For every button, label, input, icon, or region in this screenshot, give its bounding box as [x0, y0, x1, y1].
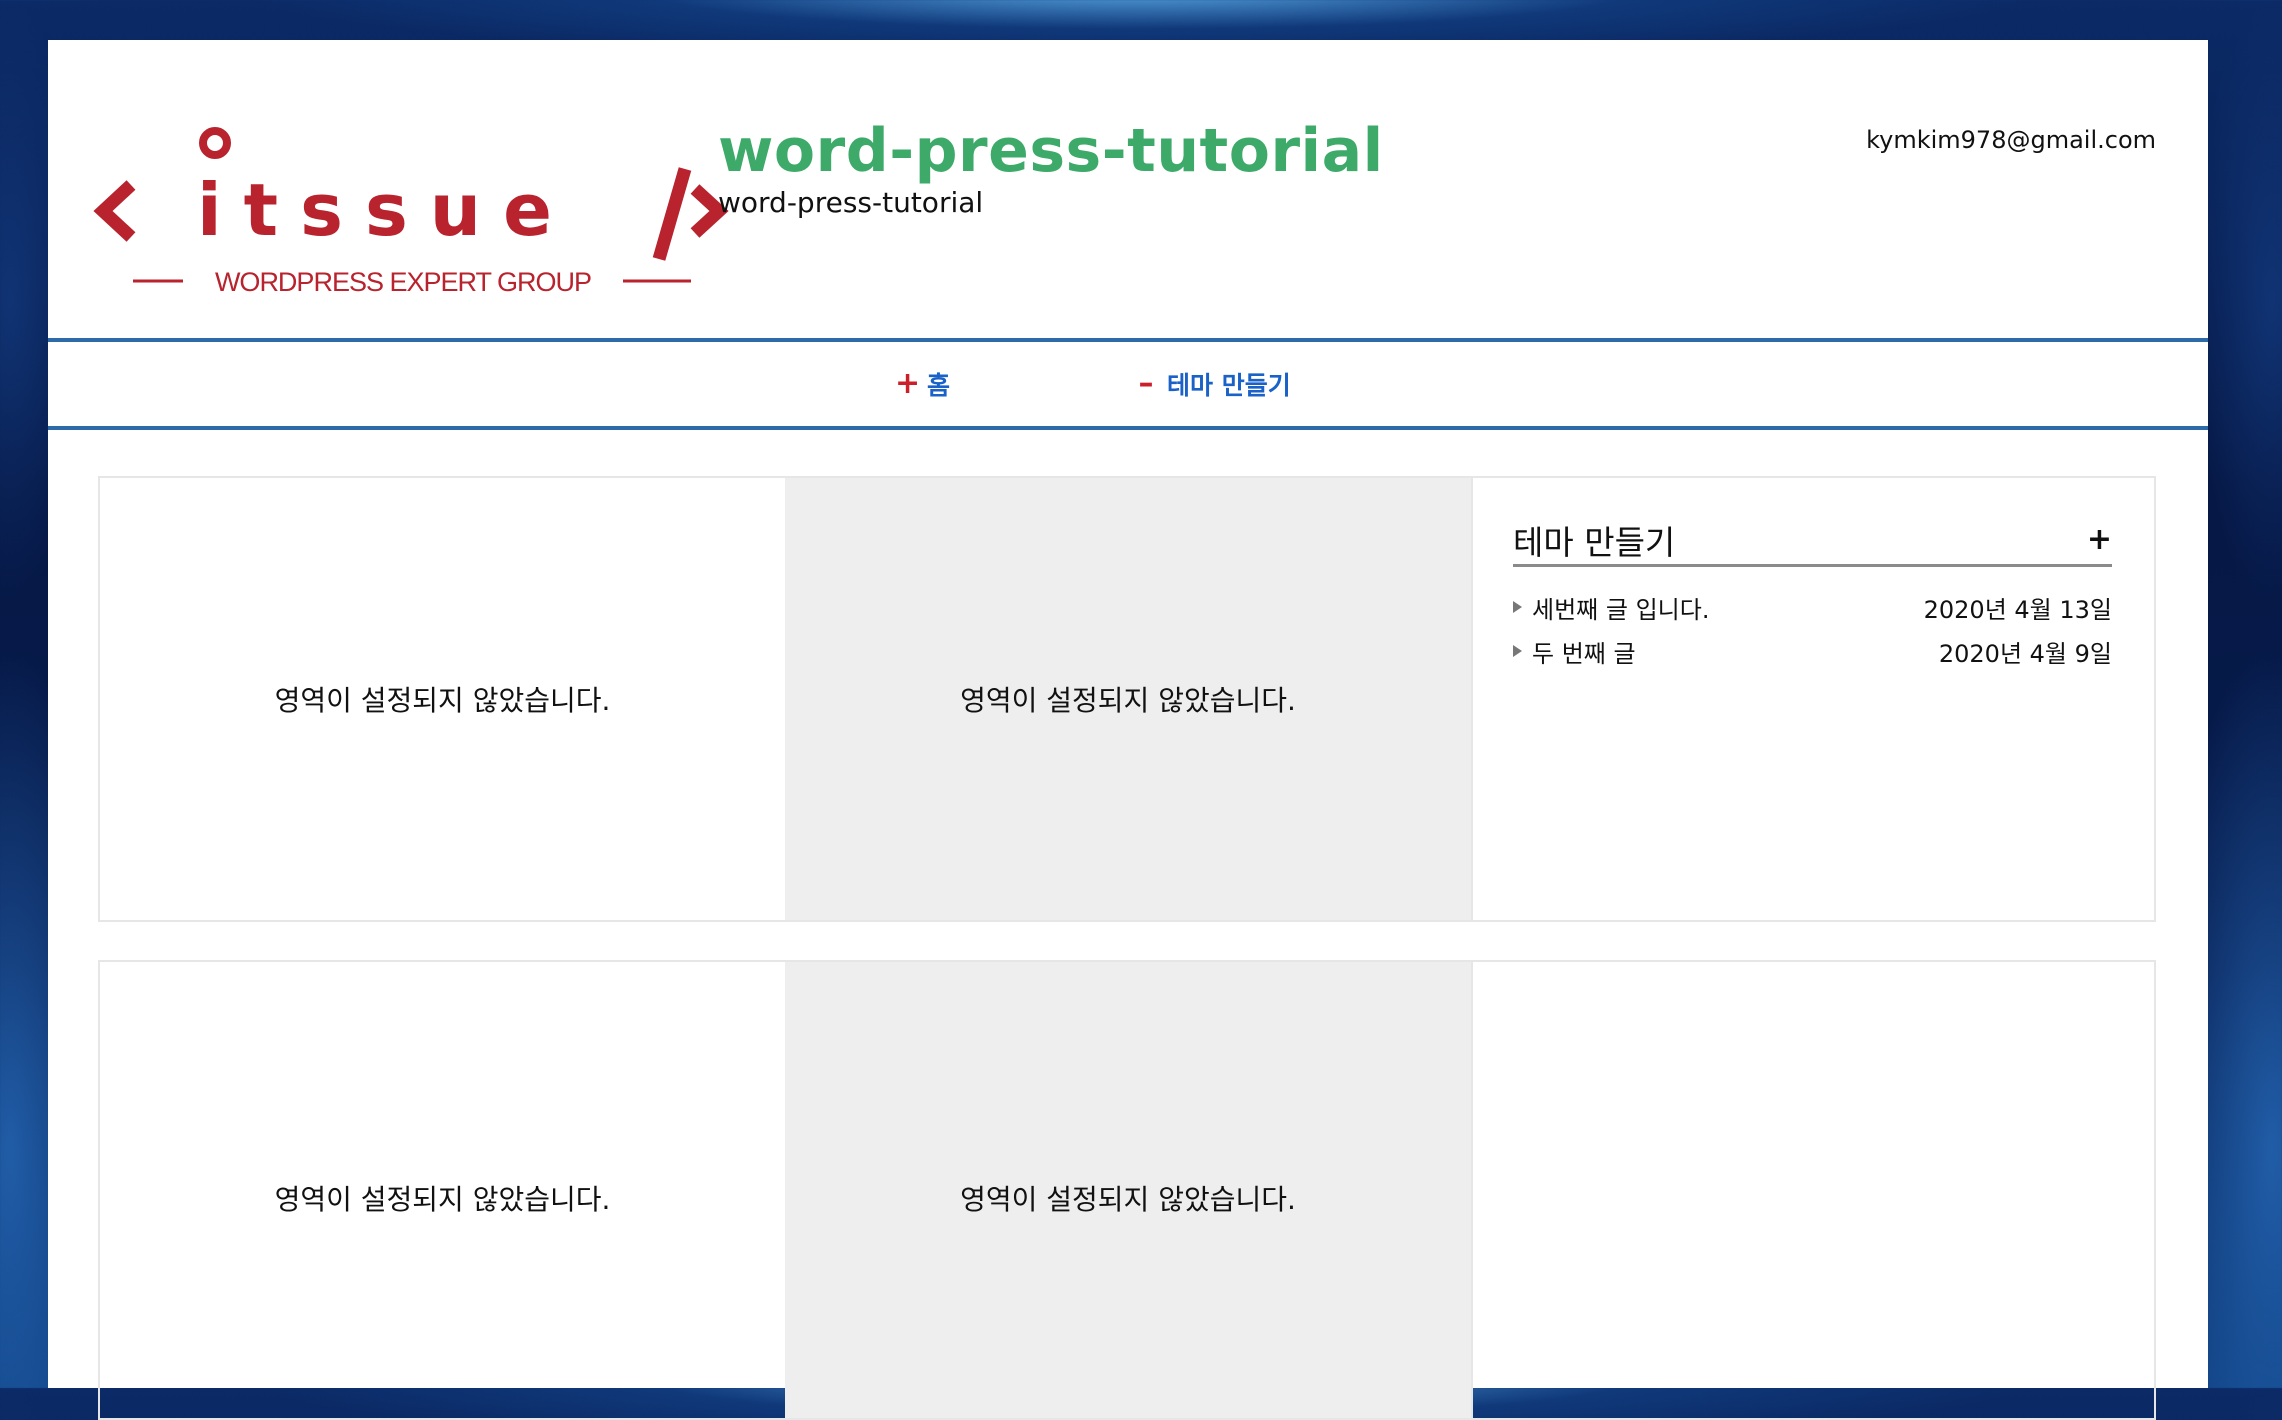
- empty-area-message: 영역이 설정되지 않았습니다.: [960, 1183, 1296, 1216]
- widget-area-empty: 영역이 설정되지 않았습니다.: [100, 478, 785, 920]
- triangle-bullet-icon: [1513, 645, 1522, 657]
- content-row: 영역이 설정되지 않았습니다. 영역이 설정되지 않았습니다.: [98, 960, 2156, 1420]
- site-title[interactable]: word-press-tutorial: [718, 116, 1384, 186]
- widget-body: 테마 만들기 + 세번째 글 입니다. 2020년 4월 13일 두 번째 글 …: [1513, 516, 2112, 673]
- widget-area-empty: 영역이 설정되지 않았습니다.: [785, 478, 1471, 920]
- widget-area-blank: [1471, 962, 2154, 1418]
- plus-icon: +: [895, 366, 921, 401]
- site-description: word-press-tutorial: [718, 186, 984, 219]
- nav-item-label: 홈: [927, 371, 951, 400]
- post-title-link[interactable]: 세번째 글 입니다.: [1532, 590, 1709, 625]
- recent-posts-widget: 테마 만들기 + 세번째 글 입니다. 2020년 4월 13일 두 번째 글 …: [1471, 478, 2154, 920]
- minus-icon: –: [1138, 366, 1154, 401]
- empty-area-message: 영역이 설정되지 않았습니다.: [960, 684, 1296, 717]
- triangle-bullet-icon: [1513, 601, 1522, 613]
- widget-area-empty: 영역이 설정되지 않았습니다.: [100, 962, 785, 1418]
- post-date: 2020년 4월 9일: [1938, 639, 2112, 668]
- content-row: 영역이 설정되지 않았습니다. 영역이 설정되지 않았습니다. 테마 만들기 +…: [98, 476, 2156, 922]
- list-item: 두 번째 글 2020년 4월 9일: [1513, 629, 2112, 673]
- nav-item-label: 테마 만들기: [1167, 371, 1291, 400]
- post-left: 세번째 글 입니다.: [1513, 590, 1709, 625]
- more-plus-icon[interactable]: +: [2087, 525, 2112, 555]
- list-item: 세번째 글 입니다. 2020년 4월 13일: [1513, 585, 2112, 629]
- contact-email[interactable]: kymkim978@gmail.com: [1866, 126, 2156, 154]
- post-date: 2020년 4월 13일: [1923, 595, 2112, 624]
- page-container: itssue WORDPRESS EXPERT GROUP word-press…: [48, 40, 2208, 1420]
- logo-tagline: WORDPRESS EXPERT GROUP: [215, 267, 591, 297]
- post-list: 세번째 글 입니다. 2020년 4월 13일 두 번째 글 2020년 4월 …: [1513, 585, 2112, 673]
- widget-header: 테마 만들기 +: [1513, 516, 2112, 567]
- empty-area-message: 영역이 설정되지 않았습니다.: [274, 684, 611, 717]
- site-header: itssue WORDPRESS EXPERT GROUP word-press…: [48, 40, 2208, 338]
- post-left: 두 번째 글: [1513, 634, 1636, 669]
- logo-wordmark: itssue: [197, 168, 574, 252]
- nav-item-theme[interactable]: – 테마 만들기: [1135, 366, 1291, 402]
- widget-title[interactable]: 테마 만들기: [1513, 516, 1675, 564]
- widget-area-empty: 영역이 설정되지 않았습니다.: [785, 962, 1471, 1418]
- nav-item-home[interactable]: + 홈: [895, 366, 950, 402]
- post-title-link[interactable]: 두 번째 글: [1532, 634, 1636, 669]
- empty-area-message: 영역이 설정되지 않았습니다.: [274, 1183, 611, 1216]
- site-logo[interactable]: itssue WORDPRESS EXPERT GROUP: [93, 113, 733, 313]
- main-nav: + 홈 – 테마 만들기: [48, 338, 2208, 430]
